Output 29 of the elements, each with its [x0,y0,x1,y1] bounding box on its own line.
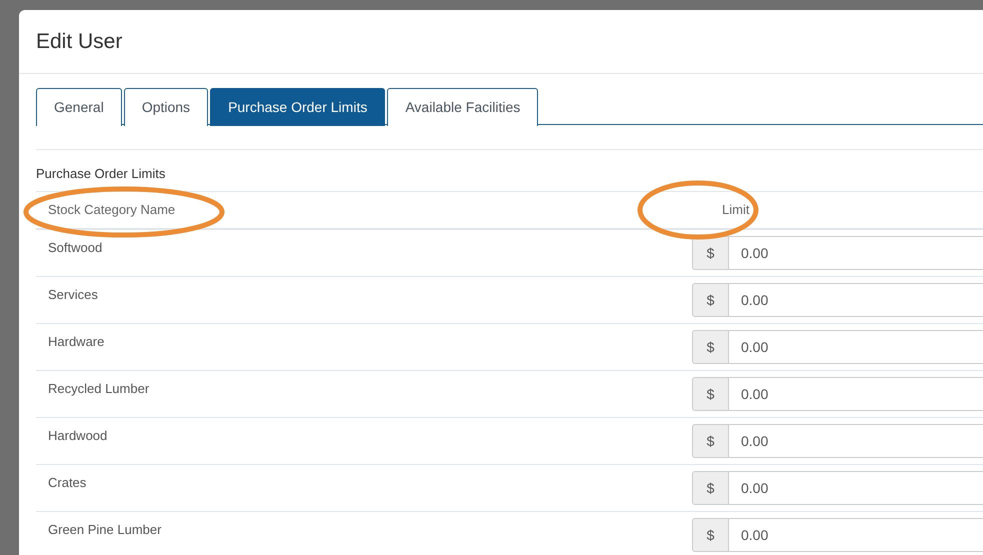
category-name: Green Pine Lumber [47,521,162,539]
category-name: Hardwood [47,427,108,445]
limit-input[interactable]: 0.00 [729,471,983,505]
category-name: Crates [47,474,88,492]
category-name: Services [47,286,99,304]
column-header: Stock Category Name [47,201,176,220]
dialog-title: Edit User [36,28,122,55]
currency-addon: $ [692,283,729,317]
currency-addon: $ [692,424,729,458]
currency-addon: $ [692,471,729,505]
tab[interactable]: General [36,88,122,126]
category-name: Recycled Lumber [47,380,150,398]
currency-addon: $ [692,518,729,552]
currency-addon: $ [692,377,729,411]
section-title: Purchase Order Limits [36,164,166,182]
limit-input[interactable]: 0.00 [729,283,983,317]
limit-input[interactable]: 0.00 [729,518,983,552]
limit-input[interactable]: 0.00 [729,236,983,270]
column-header: Limit [721,201,750,220]
tab[interactable]: Options [124,88,208,126]
currency-addon: $ [692,330,729,364]
limit-input[interactable]: 0.00 [729,377,983,411]
category-name: Softwood [47,239,104,257]
limit-input[interactable]: 0.00 [729,330,983,364]
category-name: Hardware [47,333,106,351]
tab[interactable]: Available Facilities [387,88,538,126]
tab[interactable]: Purchase Order Limits [210,88,386,126]
currency-addon: $ [692,236,729,270]
limit-input[interactable]: 0.00 [729,424,983,458]
